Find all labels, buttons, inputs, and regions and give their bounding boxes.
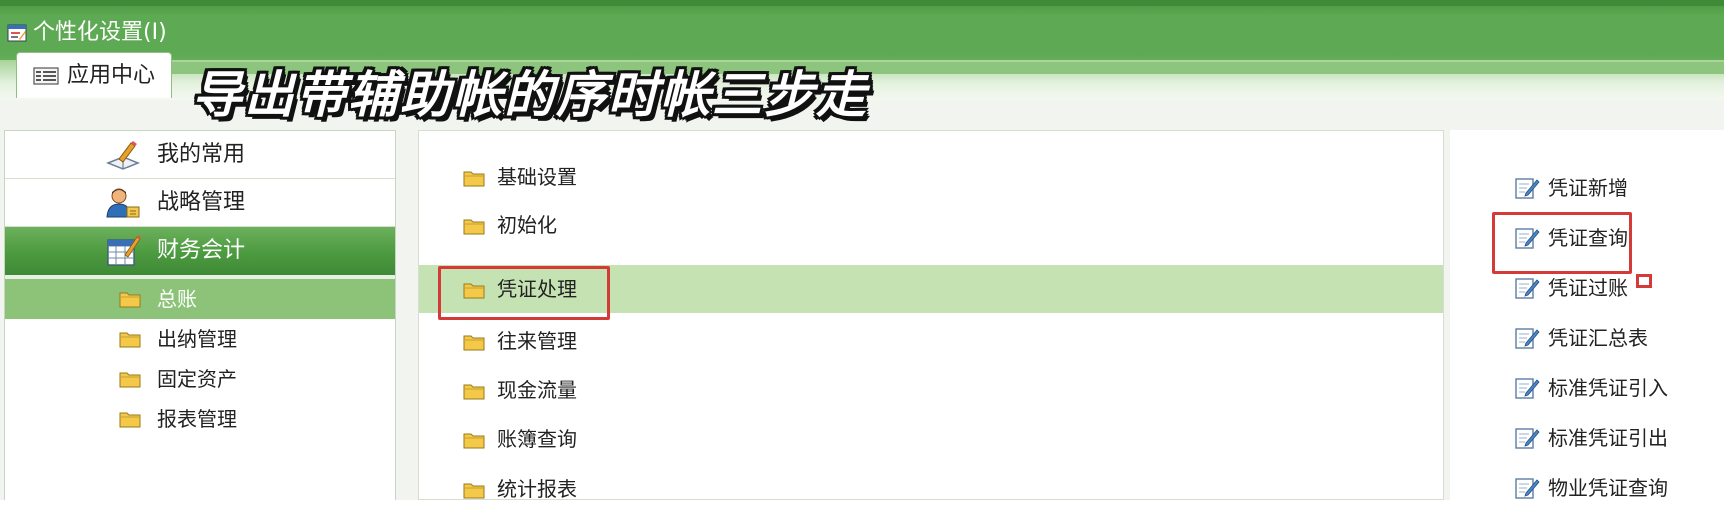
sidebar-item-general-ledger[interactable]: 总账 [5, 279, 395, 319]
highlight-box [1492, 212, 1632, 274]
strategy-user-icon [106, 188, 140, 218]
folder-icon [463, 171, 485, 187]
overlay-caption: 导出带辅助帐的序时帐三步走 [192, 66, 868, 124]
module-cash-flow[interactable]: 现金流量 [419, 366, 1443, 414]
function-voucher-new[interactable]: 凭证新增 [1450, 164, 1724, 212]
folder-icon [119, 332, 141, 348]
function-label: 凭证过账 [1548, 276, 1628, 300]
function-label: 标准凭证引入 [1548, 376, 1668, 400]
folder-icon [119, 412, 141, 428]
sidebar-item-label: 出纳管理 [157, 327, 237, 351]
module-label: 基础设置 [497, 165, 577, 189]
edit-document-icon [1515, 428, 1540, 449]
folder-icon [463, 433, 485, 449]
function-panel: 凭证新增 凭证查询 凭证过账 凭证汇总表 标准凭证引入 标准凭证引出 物业凭证查… [1450, 130, 1724, 500]
edit-document-icon [1515, 328, 1540, 349]
settings-window-icon [7, 24, 27, 42]
sidebar-category-label: 战略管理 [157, 190, 246, 215]
module-label: 初始化 [497, 213, 557, 237]
sidebar-item-reports[interactable]: 报表管理 [5, 399, 395, 439]
sidebar-category-strategy[interactable]: 战略管理 [5, 179, 395, 227]
sidebar-category-favorites[interactable]: 我的常用 [5, 131, 395, 179]
function-voucher-summary[interactable]: 凭证汇总表 [1450, 314, 1724, 362]
window-title: 个性化设置(I) [33, 20, 167, 45]
edit-document-icon [1515, 378, 1540, 399]
sidebar: 我的常用 战略管理 财务会计 总账 出纳管理 固定资产 报表管理 [4, 130, 396, 501]
function-label: 标准凭证引出 [1548, 426, 1668, 450]
folder-icon [463, 219, 485, 235]
function-standard-voucher-export[interactable]: 标准凭证引出 [1450, 414, 1724, 462]
module-label: 往来管理 [497, 329, 577, 353]
function-label: 凭证新增 [1548, 176, 1628, 200]
edit-document-icon [1515, 178, 1540, 199]
module-statistics[interactable]: 统计报表 [419, 465, 1443, 513]
function-label: 凭证汇总表 [1548, 326, 1648, 350]
edit-document-icon [1515, 278, 1540, 299]
sidebar-category-finance[interactable]: 财务会计 [5, 227, 395, 275]
sidebar-item-fixed-assets[interactable]: 固定资产 [5, 359, 395, 399]
module-label: 现金流量 [497, 378, 577, 402]
highlight-box [438, 266, 610, 320]
sidebar-category-label: 我的常用 [157, 142, 246, 167]
app-center-icon [33, 67, 59, 85]
folder-icon [463, 384, 485, 400]
tab-app-center-label: 应用中心 [67, 63, 156, 88]
module-label: 统计报表 [497, 477, 577, 501]
sidebar-item-label: 总账 [157, 287, 197, 311]
sidebar-item-label: 报表管理 [157, 407, 237, 431]
function-property-voucher-query[interactable]: 物业凭证查询 [1450, 464, 1724, 512]
folder-icon [119, 292, 141, 308]
folder-icon [463, 335, 485, 351]
sidebar-item-label: 固定资产 [157, 367, 237, 391]
edit-document-icon [1515, 478, 1540, 499]
module-initialization[interactable]: 初始化 [419, 201, 1443, 249]
module-receivables[interactable]: 往来管理 [419, 317, 1443, 365]
finance-ledger-icon [107, 235, 141, 266]
module-ledger-query[interactable]: 账簿查询 [419, 415, 1443, 463]
sidebar-sub-list: 总账 出纳管理 固定资产 报表管理 [5, 275, 395, 501]
folder-icon [119, 372, 141, 388]
highlight-handle [1636, 274, 1652, 288]
sidebar-category-label: 财务会计 [157, 238, 246, 263]
sidebar-item-cashier[interactable]: 出纳管理 [5, 319, 395, 359]
tab-app-center[interactable]: 应用中心 [16, 52, 172, 98]
module-label: 账簿查询 [497, 427, 577, 451]
window-titlebar: 个性化设置(I) [0, 0, 1724, 60]
module-basic-settings[interactable]: 基础设置 [419, 153, 1443, 201]
favorites-icon [105, 141, 141, 170]
function-standard-voucher-import[interactable]: 标准凭证引入 [1450, 364, 1724, 412]
folder-icon [463, 483, 485, 499]
